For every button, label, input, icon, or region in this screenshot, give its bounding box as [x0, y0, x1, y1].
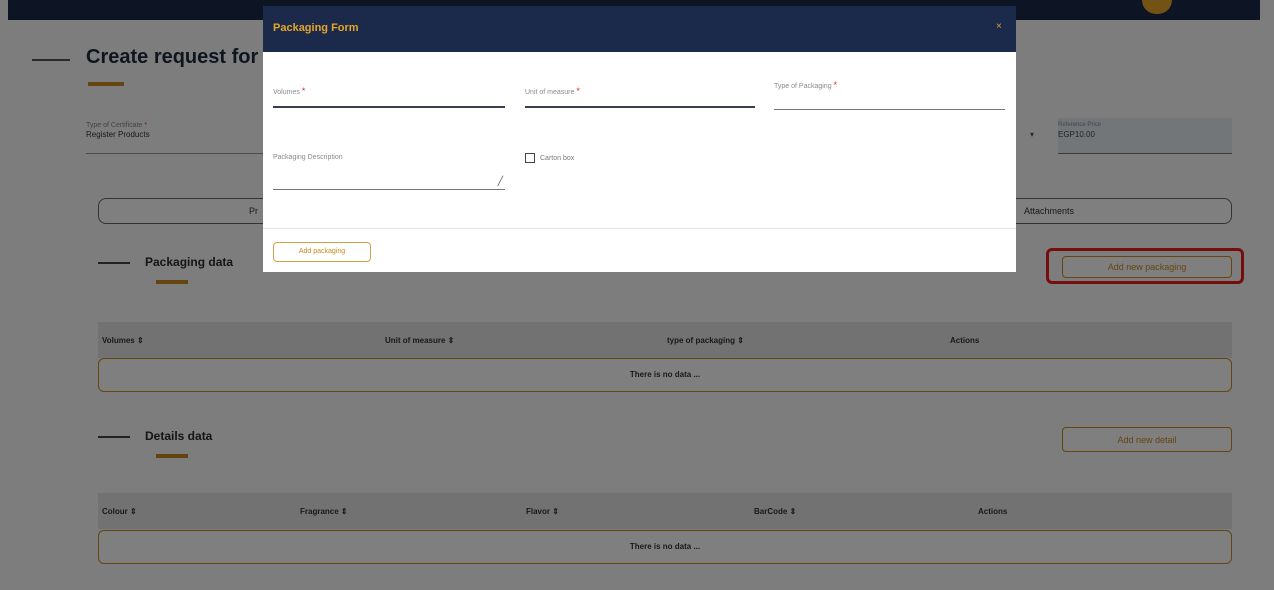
packaging-form-modal: Packaging Form × Volumes * Unit of measu… — [263, 6, 1016, 272]
volumes-label: Volumes * — [273, 86, 306, 96]
close-icon[interactable]: × — [996, 21, 1002, 32]
carton-box-checkbox[interactable] — [525, 153, 535, 163]
add-packaging-button[interactable]: Add packaging — [273, 242, 371, 262]
packaging-description-label: Packaging Description — [273, 154, 343, 161]
unit-of-measure-field[interactable]: Unit of measure * — [525, 82, 755, 108]
type-of-packaging-field[interactable]: Type of Packaging * — [774, 76, 1005, 110]
volumes-field[interactable]: Volumes * — [273, 82, 505, 108]
modal-divider — [263, 228, 1016, 229]
modal-title: Packaging Form — [273, 22, 359, 34]
modal-header: Packaging Form × — [263, 6, 1016, 52]
unit-of-measure-label: Unit of measure * — [525, 86, 580, 96]
type-of-packaging-label: Type of Packaging * — [774, 80, 838, 90]
resize-handle-icon[interactable]: ╱ — [498, 176, 503, 187]
carton-box-label: Carton box — [540, 154, 575, 162]
carton-box-option[interactable]: Carton box — [525, 153, 574, 163]
packaging-description-field[interactable]: Packaging Description ╱ — [273, 150, 505, 190]
